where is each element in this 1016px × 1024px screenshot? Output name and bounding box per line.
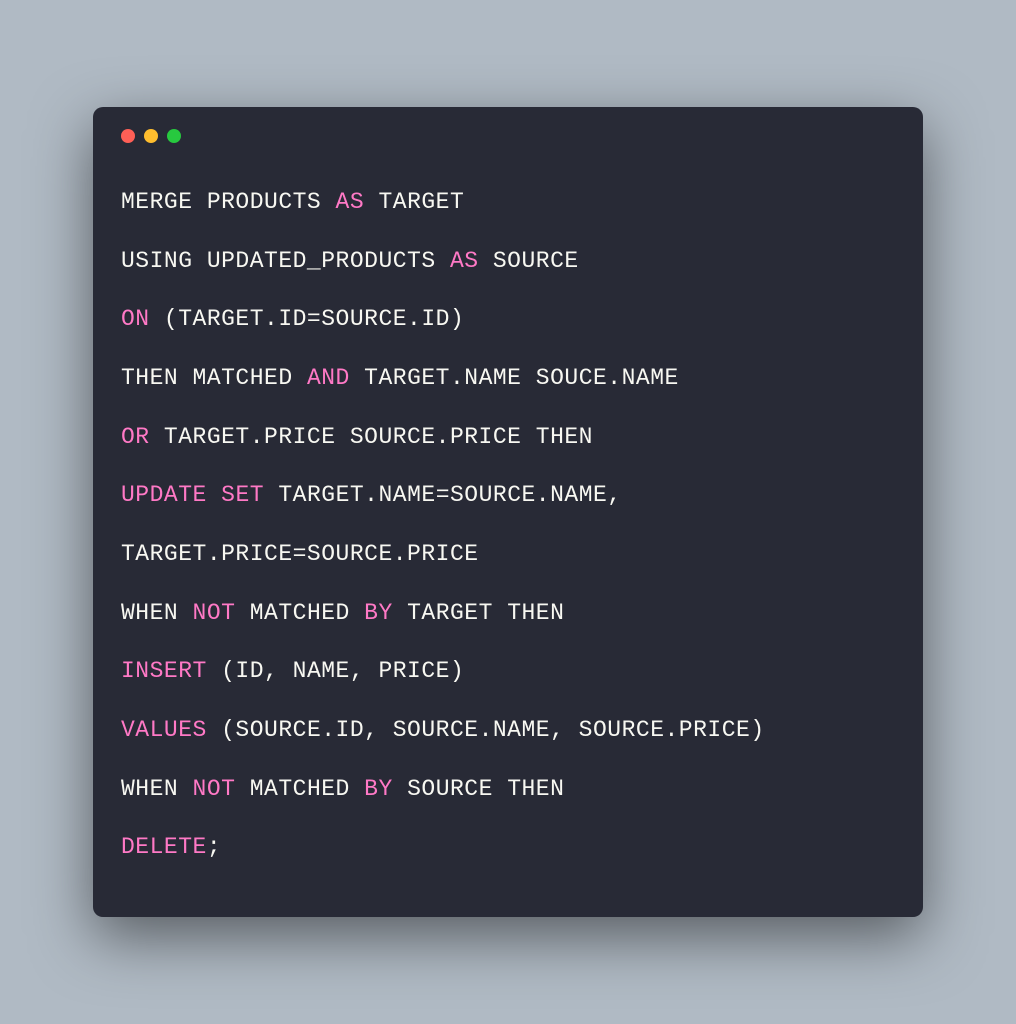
code-line: VALUES (SOURCE.ID, SOURCE.NAME, SOURCE.P… (121, 701, 895, 760)
keyword-token: NOT (193, 776, 236, 802)
code-line: MERGE PRODUCTS AS TARGET (121, 173, 895, 232)
text-token: WHEN (121, 600, 193, 626)
keyword-token: BY (364, 776, 393, 802)
code-line: THEN MATCHED AND TARGET.NAME SOUCE.NAME (121, 349, 895, 408)
text-token: TARGET (364, 189, 464, 215)
text-token: (TARGET.ID=SOURCE.ID) (150, 306, 465, 332)
keyword-token: AS (450, 248, 479, 274)
text-token: MERGE PRODUCTS (121, 189, 336, 215)
close-icon[interactable] (121, 129, 135, 143)
text-token: TARGET.NAME SOUCE.NAME (350, 365, 679, 391)
code-line: ON (TARGET.ID=SOURCE.ID) (121, 290, 895, 349)
keyword-token: SET (221, 482, 264, 508)
text-token: TARGET.NAME=SOURCE.NAME, (264, 482, 622, 508)
text-token: USING UPDATED_PRODUCTS (121, 248, 450, 274)
keyword-token: OR (121, 424, 150, 450)
text-token: MATCHED (235, 776, 364, 802)
keyword-token: INSERT (121, 658, 207, 684)
keyword-token: ON (121, 306, 150, 332)
text-token: ; (207, 834, 221, 860)
traffic-lights (121, 129, 895, 143)
code-block: MERGE PRODUCTS AS TARGETUSING UPDATED_PR… (121, 173, 895, 877)
keyword-token: AS (336, 189, 365, 215)
code-line: USING UPDATED_PRODUCTS AS SOURCE (121, 232, 895, 291)
keyword-token: DELETE (121, 834, 207, 860)
text-token: TARGET THEN (393, 600, 565, 626)
text-token: (SOURCE.ID, SOURCE.NAME, SOURCE.PRICE) (207, 717, 765, 743)
code-line: WHEN NOT MATCHED BY SOURCE THEN (121, 760, 895, 819)
code-line: TARGET.PRICE=SOURCE.PRICE (121, 525, 895, 584)
keyword-token: UPDATE (121, 482, 207, 508)
keyword-token: AND (307, 365, 350, 391)
text-token: (ID, NAME, PRICE) (207, 658, 464, 684)
text-token: SOURCE THEN (393, 776, 565, 802)
code-line: OR TARGET.PRICE SOURCE.PRICE THEN (121, 408, 895, 467)
keyword-token: VALUES (121, 717, 207, 743)
code-line: INSERT (ID, NAME, PRICE) (121, 642, 895, 701)
text-token: MATCHED (235, 600, 364, 626)
text-token: TARGET.PRICE=SOURCE.PRICE (121, 541, 479, 567)
keyword-token: BY (364, 600, 393, 626)
text-token (207, 482, 221, 508)
minimize-icon[interactable] (144, 129, 158, 143)
text-token: WHEN (121, 776, 193, 802)
code-line: WHEN NOT MATCHED BY TARGET THEN (121, 584, 895, 643)
code-line: UPDATE SET TARGET.NAME=SOURCE.NAME, (121, 466, 895, 525)
keyword-token: NOT (193, 600, 236, 626)
code-line: DELETE; (121, 818, 895, 877)
text-token: SOURCE (479, 248, 579, 274)
maximize-icon[interactable] (167, 129, 181, 143)
text-token: THEN MATCHED (121, 365, 307, 391)
text-token: TARGET.PRICE SOURCE.PRICE THEN (150, 424, 593, 450)
code-window: MERGE PRODUCTS AS TARGETUSING UPDATED_PR… (93, 107, 923, 917)
